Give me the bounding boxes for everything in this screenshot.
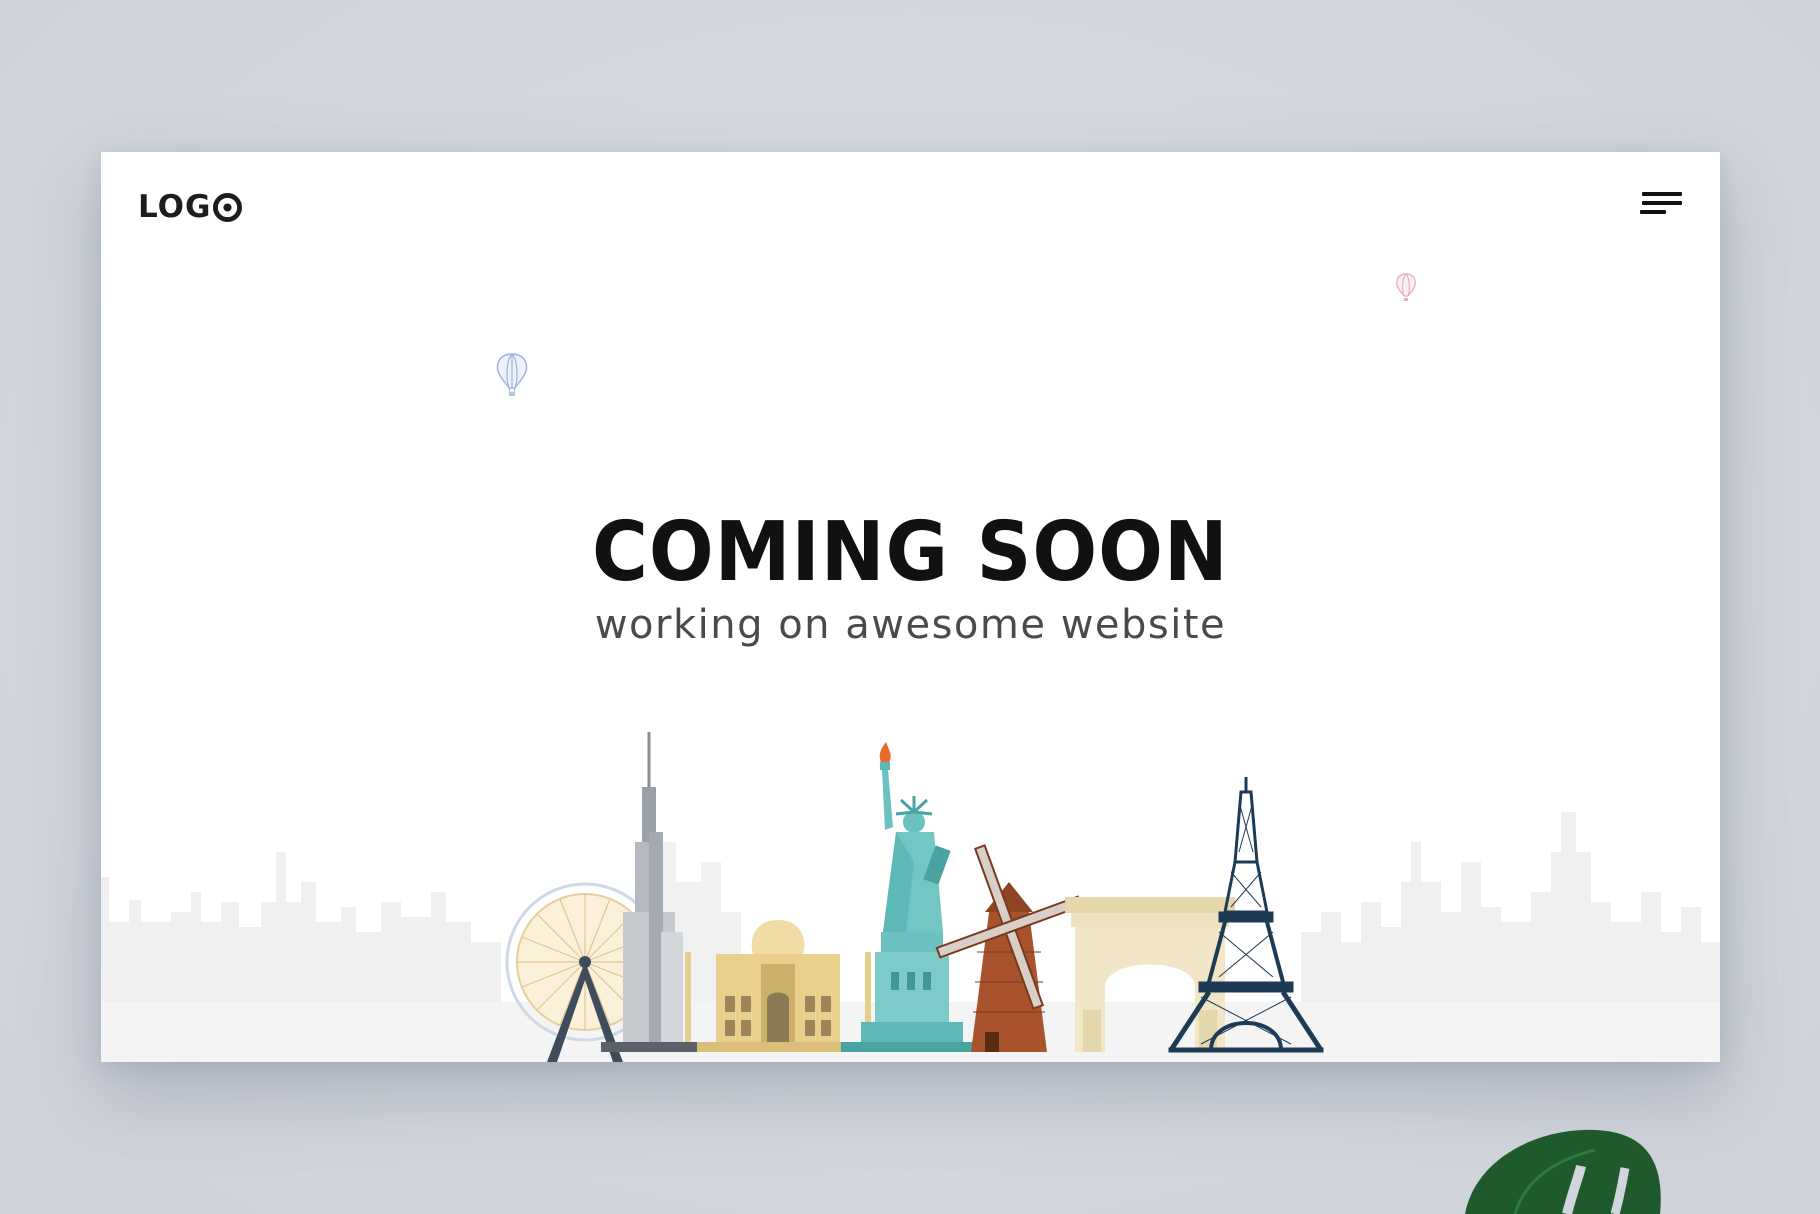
hamburger-menu-icon[interactable]: [1640, 190, 1682, 220]
logo-text: LOG: [138, 189, 212, 225]
plant-leaf-decoration: [1465, 1129, 1661, 1214]
landmarks-skyline-illustration: [101, 732, 1720, 1062]
hero-title: COMING SOON: [592, 505, 1229, 600]
hero-subtitle: working on awesome website: [594, 602, 1227, 648]
hero-section: COMING SOON working on awesome website: [101, 505, 1720, 649]
website-preview-card: LOG COMING SOON working on awesome websi…: [101, 152, 1720, 1062]
target-circle-icon: [213, 192, 243, 222]
logo[interactable]: LOG: [138, 187, 243, 227]
pink-balloon-icon: [1396, 273, 1416, 301]
blue-balloon-icon: [496, 353, 528, 396]
